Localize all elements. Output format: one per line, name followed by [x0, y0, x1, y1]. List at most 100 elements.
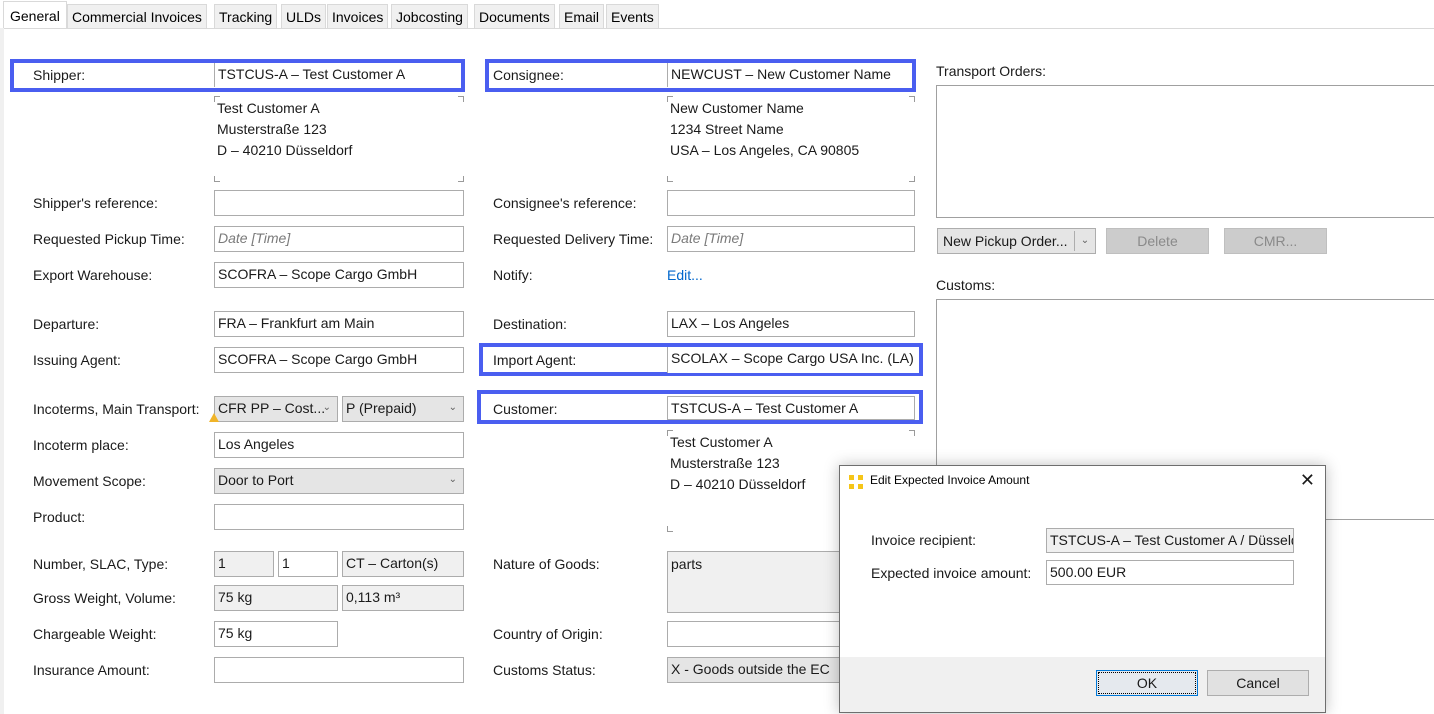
customs-status-label: Customs Status:	[493, 662, 596, 678]
tab-commercial-invoices[interactable]: Commercial Invoices	[67, 4, 207, 28]
customer-input[interactable]: TSTCUS-A – Test Customer A	[667, 396, 915, 420]
corner-mark	[458, 96, 464, 102]
number-input[interactable]: 1	[214, 551, 274, 577]
shipper-address: Test Customer A Musterstraße 123 D – 402…	[217, 98, 352, 161]
shipper-field[interactable]: TSTCUS-A – Test Customer A	[214, 63, 461, 87]
pickup-time-label: Requested Pickup Time:	[33, 231, 185, 247]
incoterm-place-label: Incoterm place:	[33, 437, 129, 453]
incoterms-value: CFR PP – Cost...	[218, 400, 326, 416]
tab-general[interactable]: General	[3, 1, 67, 29]
shipper-reference-label: Shipper's reference:	[33, 195, 158, 211]
notify-label: Notify:	[493, 267, 533, 283]
volume-input[interactable]: 0,113 m³	[342, 585, 464, 611]
address-line: Musterstraße 123	[670, 455, 780, 471]
nature-of-goods-label: Nature of Goods:	[493, 556, 600, 572]
shipper-address-box[interactable]: Test Customer A Musterstraße 123 D – 402…	[214, 96, 464, 182]
main-transport-select[interactable]: P (Prepaid) ⌄	[342, 396, 464, 422]
warning-icon	[209, 413, 219, 422]
incoterms-label: Incoterms, Main Transport:	[33, 401, 200, 417]
consignee-address: New Customer Name 1234 Street Name USA –…	[670, 98, 859, 161]
tab-divider	[0, 28, 1434, 29]
chevron-down-icon[interactable]: ⌄	[1074, 231, 1095, 251]
consignee-field[interactable]: NEWCUST – New Customer Name	[667, 63, 912, 87]
incoterms-select[interactable]: CFR PP – Cost... ⌄	[214, 396, 338, 422]
new-pickup-order-label: New Pickup Order...	[943, 233, 1068, 249]
corner-mark	[667, 176, 673, 182]
destination-input[interactable]: LAX – Los Angeles	[667, 311, 915, 337]
consignee-reference-input[interactable]	[667, 190, 915, 216]
chargeable-weight-input[interactable]: 75 kg	[214, 621, 338, 647]
destination-label: Destination:	[493, 316, 567, 332]
package-type-input[interactable]: CT – Carton(s)	[342, 551, 464, 577]
shipper-label: Shipper:	[33, 67, 86, 83]
tab-ulds[interactable]: ULDs	[281, 4, 327, 28]
new-pickup-order-button[interactable]: New Pickup Order... ⌄	[937, 228, 1096, 254]
shipper-reference-input[interactable]	[214, 190, 464, 216]
departure-input[interactable]: FRA – Frankfurt am Main	[214, 311, 464, 337]
corner-mark	[909, 176, 915, 182]
main-transport-value: P (Prepaid)	[346, 400, 417, 416]
consignee-reference-label: Consignee's reference:	[493, 195, 637, 211]
tab-email[interactable]: Email	[559, 4, 605, 28]
delete-button[interactable]: Delete	[1106, 228, 1209, 254]
export-warehouse-input[interactable]: SCOFRA – Scope Cargo GmbH	[214, 262, 464, 288]
issuing-agent-input[interactable]: SCOFRA – Scope Cargo GmbH	[214, 347, 464, 373]
delivery-time-label: Requested Delivery Time:	[493, 231, 654, 247]
tab-bar: General Commercial Invoices Tracking ULD…	[0, 0, 1434, 29]
invoice-recipient-input[interactable]: TSTCUS-A – Test Customer A / Düsseldorf	[1046, 528, 1294, 553]
address-line: D – 40210 Düsseldorf	[670, 476, 806, 492]
tab-invoices[interactable]: Invoices	[327, 4, 389, 28]
notify-edit-link[interactable]: Edit...	[667, 265, 703, 285]
cmr-button[interactable]: CMR...	[1224, 228, 1327, 254]
tab-documents[interactable]: Documents	[474, 4, 555, 28]
chevron-down-icon: ⌄	[448, 402, 457, 413]
departure-label: Departure:	[33, 316, 100, 332]
consignee-address-box[interactable]: New Customer Name 1234 Street Name USA –…	[667, 96, 915, 182]
address-line: 1234 Street Name	[670, 121, 784, 137]
close-icon[interactable]: ✕	[1300, 469, 1315, 491]
corner-mark	[214, 176, 220, 182]
product-input[interactable]	[214, 504, 464, 530]
expected-amount-input[interactable]: 500.00 EUR	[1046, 560, 1294, 585]
cancel-button[interactable]: Cancel	[1207, 670, 1309, 696]
customer-label: Customer:	[493, 401, 558, 417]
tab-jobcosting[interactable]: Jobcosting	[391, 4, 468, 28]
corner-mark	[667, 526, 673, 532]
chevron-down-icon: ⌄	[322, 402, 331, 413]
gross-weight-volume-label: Gross Weight, Volume:	[33, 590, 176, 606]
customer-address: Test Customer A Musterstraße 123 D – 402…	[670, 432, 805, 495]
tab-tracking[interactable]: Tracking	[214, 4, 278, 28]
number-slac-type-label: Number, SLAC, Type:	[33, 556, 169, 572]
incoterm-place-input[interactable]: Los Angeles	[214, 432, 464, 458]
slac-input[interactable]: 1	[278, 551, 338, 577]
ok-button[interactable]: OK	[1096, 670, 1198, 696]
address-line: Test Customer A	[670, 434, 773, 450]
tab-events[interactable]: Events	[606, 4, 659, 28]
dialog-title: Edit Expected Invoice Amount	[870, 473, 1030, 487]
chargeable-weight-label: Chargeable Weight:	[33, 626, 157, 642]
import-agent-label: Import Agent:	[493, 352, 577, 368]
movement-scope-label: Movement Scope:	[33, 473, 146, 489]
address-line: Musterstraße 123	[217, 121, 327, 137]
delivery-time-input[interactable]: Date [Time]	[667, 226, 915, 252]
movement-scope-select[interactable]: Door to Port ⌄	[214, 468, 464, 494]
issuing-agent-label: Issuing Agent:	[33, 352, 121, 368]
transport-orders-label: Transport Orders:	[936, 63, 1046, 79]
consignee-label: Consignee:	[493, 67, 564, 83]
app-logo-icon	[849, 475, 863, 489]
product-label: Product:	[33, 509, 86, 525]
customs-label: Customs:	[936, 277, 996, 293]
insurance-amount-label: Insurance Amount:	[33, 662, 150, 678]
insurance-amount-input[interactable]	[214, 657, 464, 683]
address-line: D – 40210 Düsseldorf	[217, 142, 353, 158]
transport-orders-list[interactable]	[936, 85, 1434, 218]
pickup-time-input[interactable]: Date [Time]	[214, 226, 464, 252]
corner-mark	[909, 96, 915, 102]
country-of-origin-label: Country of Origin:	[493, 626, 603, 642]
corner-mark	[458, 176, 464, 182]
address-line: Test Customer A	[217, 100, 320, 116]
import-agent-input[interactable]: SCOLAX – Scope Cargo USA Inc. (LA)	[667, 347, 919, 373]
gross-weight-input[interactable]: 75 kg	[214, 585, 338, 611]
export-warehouse-label: Export Warehouse:	[33, 267, 153, 283]
left-border	[0, 28, 4, 714]
